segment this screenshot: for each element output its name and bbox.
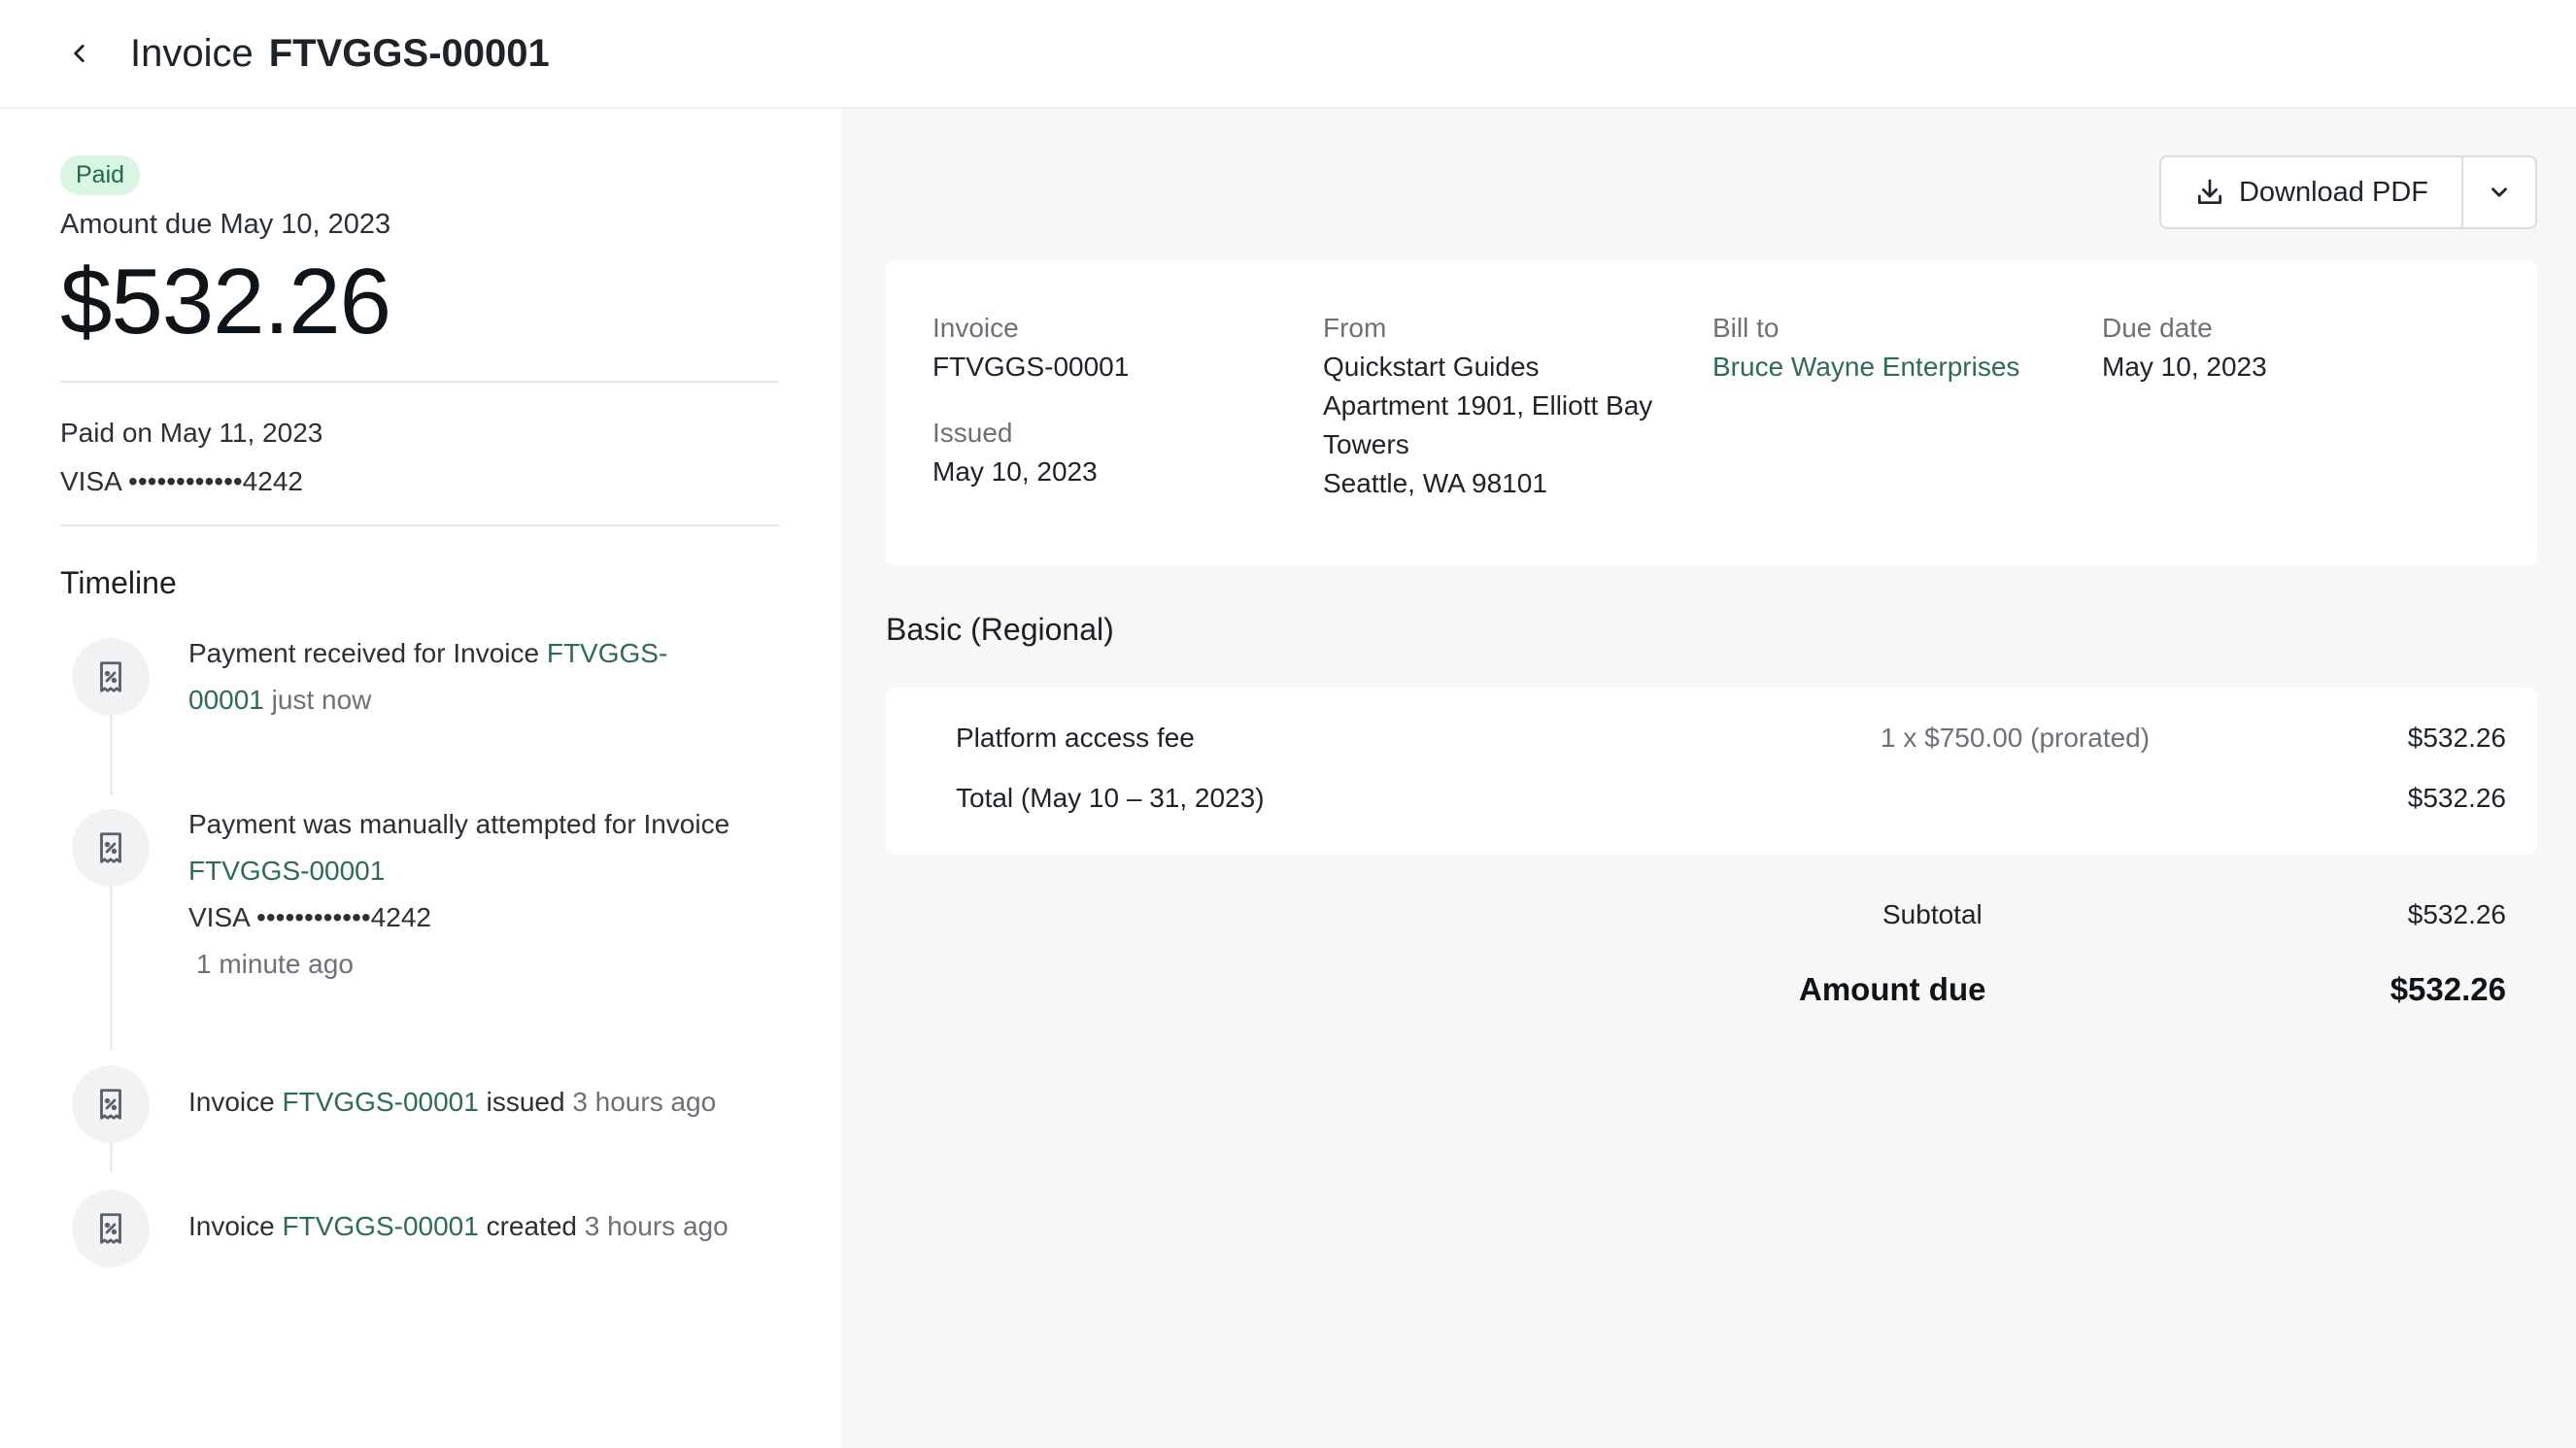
invoice-link[interactable]: FTVGGS- bbox=[547, 638, 667, 668]
line-item-description: Platform access fee bbox=[956, 723, 1195, 753]
timeline-connector bbox=[110, 715, 113, 795]
line-item-quantity: 1 x $750.00 (prorated) bbox=[1881, 723, 2151, 753]
timeline-text: Payment received for Invoice bbox=[188, 637, 547, 668]
back-button[interactable] bbox=[60, 34, 99, 73]
chevron-down-icon bbox=[2491, 187, 2507, 197]
payment-card: VISA ••••••••••••4242 bbox=[60, 465, 303, 496]
timeline-time: 1 minute ago bbox=[196, 948, 354, 979]
timeline-time: 3 hours ago bbox=[572, 1086, 717, 1117]
timeline-icon bbox=[72, 1064, 150, 1143]
bill-to-link[interactable]: Bruce Wayne Enterprises bbox=[1712, 348, 2019, 387]
download-icon bbox=[2197, 179, 2221, 204]
bill-to-label: Bill to bbox=[1712, 313, 1779, 343]
from-column: From Quickstart Guides Apartment 1901, E… bbox=[1323, 309, 1652, 503]
timeline-connector bbox=[110, 1142, 113, 1172]
timeline-icon bbox=[72, 637, 150, 716]
timeline-text: Invoice bbox=[188, 1086, 283, 1117]
subtotal-value: $532.26 bbox=[2407, 899, 2506, 929]
timeline-icon bbox=[72, 1189, 150, 1267]
timeline-item-text: Payment received for Invoice FTVGGS- 0000… bbox=[188, 630, 791, 724]
line-items-card: Platform access fee 1 x $750.00 (prorate… bbox=[886, 688, 2537, 855]
amount-due-total-value: $532.26 bbox=[2390, 971, 2506, 1007]
download-options-button[interactable] bbox=[2463, 157, 2535, 227]
timeline-item-text: Invoice FTVGGS-00001 created 3 hours ago bbox=[188, 1203, 791, 1250]
from-line: Quickstart Guides bbox=[1323, 352, 1540, 382]
invoice-number-column: Invoice FTVGGS-00001 Issued May 10, 2023 bbox=[932, 309, 1129, 491]
invoice-page: Invoice FTVGGS-00001 Paid Amount due May … bbox=[0, 0, 2576, 1448]
page-title: Invoice FTVGGS-00001 bbox=[130, 32, 550, 76]
status-badge: Paid bbox=[60, 155, 141, 195]
download-pdf-button[interactable]: Download PDF bbox=[2161, 157, 2463, 227]
download-button-group: Download PDF bbox=[2158, 155, 2537, 229]
receipt-discount-icon bbox=[100, 660, 121, 692]
timeline-title: Timeline bbox=[60, 564, 177, 600]
timeline-text bbox=[264, 685, 272, 715]
download-pdf-label: Download PDF bbox=[2238, 176, 2428, 208]
divider bbox=[60, 523, 779, 526]
timeline-time: just now bbox=[271, 684, 372, 715]
invoice-link[interactable]: 00001 bbox=[188, 685, 264, 715]
timeline-connector bbox=[110, 886, 113, 1050]
line-item-row: Total (May 10 – 31, 2023) $532.26 bbox=[886, 783, 2537, 822]
receipt-discount-icon bbox=[100, 1212, 121, 1244]
divider bbox=[60, 380, 779, 383]
page-header: Invoice FTVGGS-00001 bbox=[0, 0, 2576, 109]
bill-to-column: Bill to Bruce Wayne Enterprises bbox=[1712, 309, 2019, 387]
timeline-text: Payment was manually attempted for Invoi… bbox=[188, 808, 730, 839]
receipt-discount-icon bbox=[100, 831, 121, 863]
timeline-item-text: Payment was manually attempted for Invoi… bbox=[188, 801, 791, 988]
invoice-info-card: Invoice FTVGGS-00001 Issued May 10, 2023… bbox=[886, 260, 2537, 565]
due-date-value: May 10, 2023 bbox=[2102, 352, 2267, 382]
page-title-invoice-number: FTVGGS-00001 bbox=[268, 31, 550, 75]
paid-on-text: Paid on May 11, 2023 bbox=[60, 417, 323, 448]
timeline-card: VISA ••••••••••••4242 bbox=[188, 901, 431, 932]
receipt-discount-icon bbox=[100, 1088, 121, 1120]
line-item-amount: $532.26 bbox=[2407, 723, 2506, 753]
issued-label: Issued bbox=[932, 418, 1013, 448]
timeline-text: Invoice bbox=[188, 1210, 283, 1241]
invoice-link[interactable]: FTVGGS-00001 bbox=[283, 1087, 479, 1117]
timeline-time: 3 hours ago bbox=[584, 1210, 729, 1241]
invoice-label: Invoice bbox=[932, 313, 1019, 343]
invoice-value: FTVGGS-00001 bbox=[932, 352, 1130, 382]
from-line: Towers bbox=[1323, 429, 1409, 459]
timeline-text: issued bbox=[478, 1086, 573, 1117]
summary-panel: Paid Amount due May 10, 2023 $532.26 Pai… bbox=[0, 109, 841, 1448]
timeline-text: created bbox=[478, 1210, 585, 1241]
subtotal-label: Subtotal bbox=[1882, 899, 1983, 929]
line-item-row: Platform access fee 1 x $750.00 (prorate… bbox=[886, 723, 2537, 761]
from-label: From bbox=[1323, 313, 1387, 343]
invoice-preview-panel: Download PDF Invoice FTVGGS-00001 Issued… bbox=[841, 109, 2576, 1448]
due-date-column: Due date May 10, 2023 bbox=[2102, 309, 2267, 387]
invoice-link[interactable]: FTVGGS-00001 bbox=[188, 856, 385, 886]
invoice-link[interactable]: FTVGGS-00001 bbox=[283, 1211, 479, 1241]
from-line: Seattle, WA 98101 bbox=[1323, 468, 1547, 498]
chevron-left-icon bbox=[74, 45, 85, 62]
from-line: Apartment 1901, Elliott Bay bbox=[1323, 390, 1653, 421]
line-item-amount: $532.26 bbox=[2407, 783, 2506, 813]
timeline-icon bbox=[72, 808, 150, 887]
page-title-prefix: Invoice bbox=[130, 31, 254, 75]
amount-due-label: Amount due May 10, 2023 bbox=[60, 209, 391, 240]
plan-title: Basic (Regional) bbox=[886, 612, 1114, 647]
issued-value: May 10, 2023 bbox=[932, 456, 1098, 487]
amount-due-total-label: Amount due bbox=[1799, 971, 1986, 1007]
timeline-item-text: Invoice FTVGGS-00001 issued 3 hours ago bbox=[188, 1079, 791, 1126]
line-item-description: Total (May 10 – 31, 2023) bbox=[956, 783, 1265, 813]
amount-value: $532.26 bbox=[60, 250, 391, 354]
due-date-label: Due date bbox=[2102, 313, 2213, 343]
